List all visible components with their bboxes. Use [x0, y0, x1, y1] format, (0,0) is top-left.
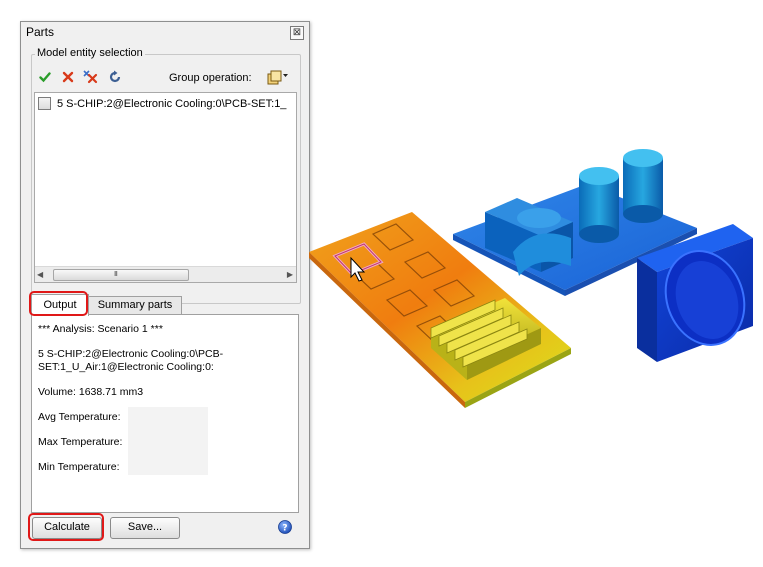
- calculate-highlight: [28, 513, 104, 541]
- group-operation-label: Group operation:: [169, 72, 252, 84]
- tab-output-highlight: [29, 291, 88, 316]
- volume-line: Volume: 1638.71 mm3: [38, 386, 144, 398]
- model-viewport[interactable]: [309, 140, 759, 420]
- panel-title: Parts: [26, 25, 55, 39]
- save-button[interactable]: Save...: [110, 517, 180, 539]
- avg-temperature-label: Avg Temperature:: [38, 411, 121, 423]
- output-panel: *** Analysis: Scenario 1 *** 5 S-CHIP:2@…: [31, 314, 299, 513]
- tab-summary-parts[interactable]: Summary parts: [88, 296, 182, 315]
- max-temperature-label: Max Temperature:: [38, 436, 123, 448]
- help-icon[interactable]: ?: [278, 520, 292, 534]
- parts-panel: Parts ⊠ Model entity selection Group ope…: [20, 21, 310, 549]
- remove-all-icon[interactable]: [83, 69, 99, 85]
- entity-line-2: SET:1_U_Air:1@Electronic Cooling:0:: [38, 361, 214, 373]
- refresh-icon[interactable]: [107, 69, 123, 85]
- horizontal-scrollbar[interactable]: ◀ III ▶: [35, 266, 296, 282]
- scroll-thumb[interactable]: III: [53, 269, 189, 281]
- scroll-right-icon[interactable]: ▶: [287, 270, 293, 279]
- svg-text:?: ?: [282, 524, 287, 534]
- check-icon[interactable]: [37, 69, 53, 85]
- entity-label: 5 S-CHIP:2@Electronic Cooling:0\PCB-SET:…: [57, 97, 287, 110]
- entity-line-1: 5 S-CHIP:2@Electronic Cooling:0\PCB-: [38, 348, 224, 360]
- scroll-grip: III: [114, 271, 118, 278]
- close-button[interactable]: ⊠: [290, 26, 304, 40]
- entity-list[interactable]: 5 S-CHIP:2@Electronic Cooling:0\PCB-SET:…: [34, 92, 297, 283]
- entity-checkbox[interactable]: [38, 97, 51, 110]
- temperature-values-area: [128, 407, 208, 475]
- group-operation-icon[interactable]: [267, 68, 289, 86]
- list-item[interactable]: 5 S-CHIP:2@Electronic Cooling:0\PCB-SET:…: [38, 97, 286, 110]
- remove-icon[interactable]: [60, 69, 76, 85]
- scroll-left-icon[interactable]: ◀: [37, 270, 43, 279]
- min-temperature-label: Min Temperature:: [38, 461, 120, 473]
- model-entity-group-label: Model entity selection: [35, 47, 145, 59]
- analysis-line: *** Analysis: Scenario 1 ***: [38, 323, 163, 335]
